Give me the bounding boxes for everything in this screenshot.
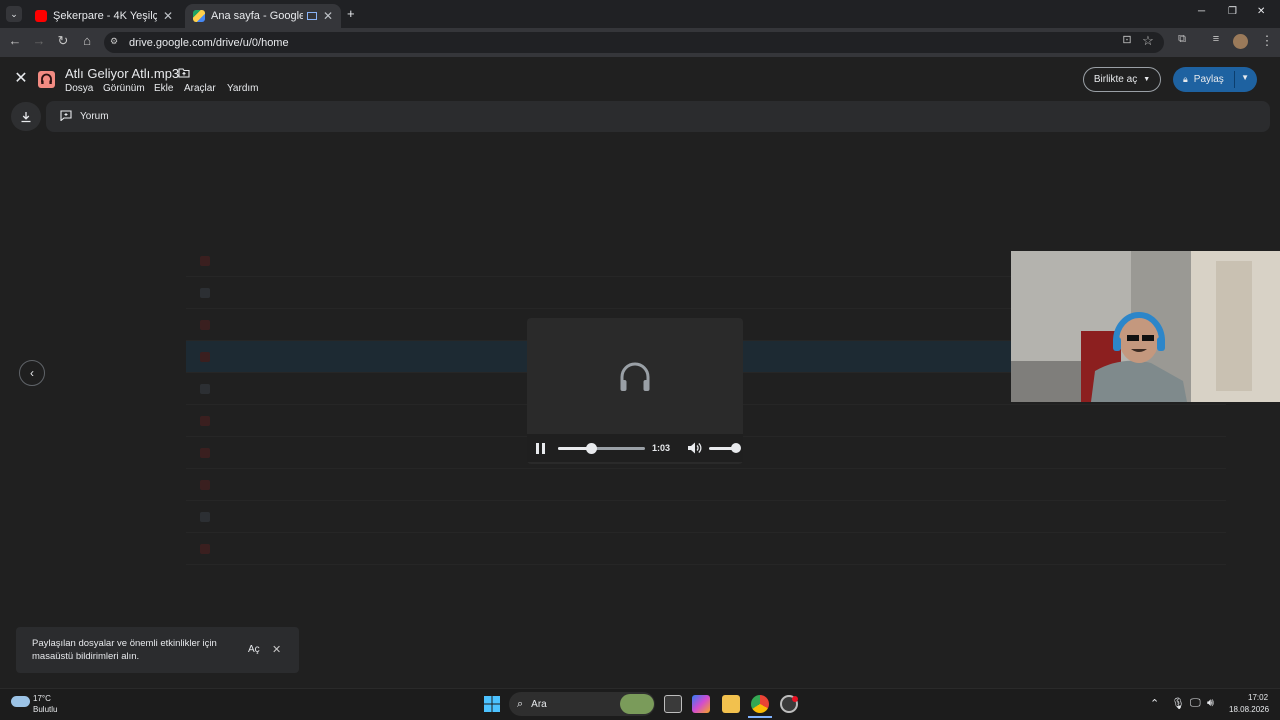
reload-icon[interactable]: ↻ [54,33,72,49]
toast-message: Paylaşılan dosyalar ve önemli etkinlikle… [32,638,217,662]
tab-google-drive[interactable]: Ana sayfa - Google Drive ✕ [185,4,341,28]
pause-button[interactable] [533,441,548,456]
folder-icon[interactable] [178,67,190,81]
share-label: Paylaş [1193,74,1224,85]
menu-tools[interactable]: Araçlar [184,83,216,94]
close-icon[interactable]: ✕ [272,643,281,656]
drive-icon [193,10,205,22]
url-text: drive.google.com/drive/u/0/home [129,36,289,49]
share-button[interactable]: 🔒︎ Paylaş ▼ [1173,67,1257,92]
site-info-icon[interactable]: ⚙ [110,36,118,47]
windows-start-icon[interactable] [484,696,500,712]
headphones-icon [620,362,650,391]
install-icon[interactable]: ⊡ [1118,33,1136,46]
chrome-icon[interactable] [751,695,769,713]
previous-file-button[interactable]: ‹ [19,360,45,386]
menu-view[interactable]: Görünüm [103,83,145,94]
comment-toolbar: Yorum [46,101,1270,132]
seek-handle[interactable] [586,443,598,454]
active-app-indicator [748,716,772,718]
toast-open-button[interactable]: Aç [248,644,260,655]
download-button[interactable] [11,102,41,131]
home-icon[interactable]: ⌂ [78,33,96,48]
cast-icon [306,12,317,20]
extensions-icon[interactable]: ⧉ [1173,33,1191,46]
browser-menu-icon[interactable]: ⋮ [1258,33,1276,49]
back-icon[interactable]: ← [6,33,24,48]
file-title: Atlı Geliyor Atlı.mp3 [65,66,180,81]
file-explorer-icon[interactable] [722,695,740,713]
tray-overflow-icon[interactable]: ⌃ [1150,697,1159,710]
url-bar[interactable]: drive.google.com/drive/u/0/home [104,32,1164,53]
reading-list-icon[interactable]: ≡ [1207,33,1225,45]
chevron-down-icon: ▼ [1143,76,1151,83]
menu-file[interactable]: Dosya [65,83,93,94]
webcam-frame [1011,251,1280,402]
tab-title: Şekerpare - 4K Yeşilçam Komedi [53,10,157,22]
tab-title: Ana sayfa - Google Drive [211,10,303,22]
task-view-icon[interactable] [664,695,682,713]
cloud-icon [11,696,30,707]
webcam-video [1011,251,1280,402]
search-highlight-icon[interactable] [620,694,654,714]
tab-close-icon[interactable]: ✕ [323,9,333,23]
clock-date[interactable]: 18.08.2026 [1229,705,1269,714]
lock-icon: 🔒︎ [1183,74,1188,84]
speaker-icon[interactable]: 🔊︎ [1207,697,1214,710]
profile-avatar[interactable] [1233,34,1248,49]
weather-temperature[interactable]: 17°C [33,694,51,703]
comment-icon[interactable] [60,109,72,124]
close-viewer-button[interactable]: ✕ [12,70,30,88]
list-item [186,501,1226,533]
open-with-button[interactable]: Birlikte aç ▼ [1083,67,1161,92]
list-item [186,469,1226,501]
youtube-icon [35,10,47,22]
tab-youtube[interactable]: Şekerpare - 4K Yeşilçam Komedi ✕ [27,4,181,28]
list-item [186,533,1226,565]
open-with-label: Birlikte aç [1093,74,1138,85]
network-icon[interactable]: 🖵︎ [1190,697,1201,710]
clock-time[interactable]: 17:02 [1248,693,1268,702]
notification-dot [792,696,798,702]
search-placeholder: Ara [531,698,547,710]
share-dropdown-icon[interactable]: ▼ [1241,73,1249,82]
volume-icon[interactable] [686,440,702,456]
audio-file-icon [38,71,55,88]
minimize-button[interactable]: ─ [1198,6,1205,17]
comment-button[interactable]: Yorum [80,111,109,122]
notification-toast: Paylaşılan dosyalar ve önemli etkinlikle… [16,627,299,673]
weather-description[interactable]: Bulutlu [33,705,57,714]
tab-close-icon[interactable]: ✕ [163,9,173,23]
microphone-icon[interactable]: 🎙︎ [1171,697,1185,710]
close-window-button[interactable]: ✕ [1257,6,1265,17]
menu-help[interactable]: Yardım [227,83,259,94]
bookmark-star-icon[interactable]: ☆ [1139,33,1157,49]
menu-insert[interactable]: Ekle [154,83,173,94]
search-icon: ⌕ [517,697,524,710]
new-tab-button[interactable]: + [347,6,355,21]
maximize-button[interactable]: ❐ [1228,6,1237,17]
copilot-icon[interactable] [692,695,710,713]
current-time: 1:03 [652,443,671,453]
tab-search-button[interactable]: ⌄ [6,6,22,22]
forward-icon[interactable]: → [30,33,48,48]
